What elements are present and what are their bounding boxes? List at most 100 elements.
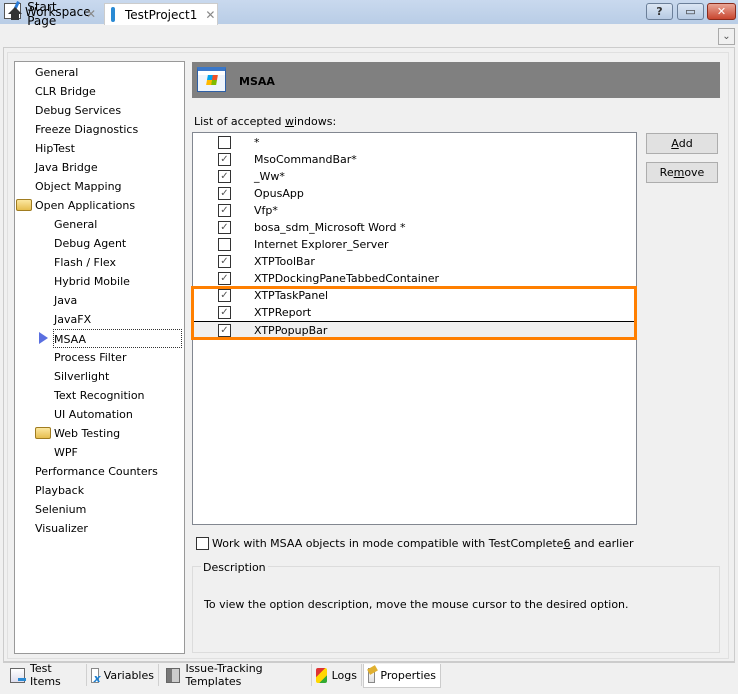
- tree-item[interactable]: CLR Bridge: [35, 82, 96, 101]
- window-list-item[interactable]: ✓ XTPPopupBar: [194, 321, 635, 338]
- window-list-item[interactable]: ✓ XTPToolBar: [194, 253, 635, 270]
- tree-item-label: Visualizer: [35, 522, 88, 535]
- tab-list-dropdown[interactable]: ⌄: [718, 28, 735, 45]
- close-icon[interactable]: ✕: [205, 8, 215, 22]
- window-list-item[interactable]: ✓ _Ww*: [194, 168, 635, 185]
- tab-label: Variables: [103, 668, 154, 682]
- tree-item[interactable]: Debug Services: [35, 101, 121, 120]
- tree-item[interactable]: Freeze Diagnostics: [35, 120, 138, 139]
- unchecked-checkbox[interactable]: [218, 238, 231, 251]
- tab-issue-tracking-templates[interactable]: Issue-Tracking Templates: [162, 662, 312, 688]
- msaa-window-icon: [197, 67, 226, 92]
- checked-checkbox[interactable]: ✓: [218, 255, 231, 268]
- tree-item[interactable]: HipTest: [35, 139, 75, 158]
- window-class-name: XTPToolBar: [254, 255, 315, 268]
- tab-test-items[interactable]: Test Items: [6, 662, 87, 688]
- tree-item-label: Hybrid Mobile: [54, 275, 130, 288]
- tree-item[interactable]: MSAA: [53, 329, 182, 348]
- window-class-name: Vfp*: [254, 204, 278, 217]
- tab-start-page[interactable]: Start Page ✕: [2, 0, 102, 28]
- add-button[interactable]: Add: [646, 133, 718, 154]
- button-text: Re: [659, 166, 674, 179]
- tree-item-label: MSAA: [54, 333, 87, 346]
- tree-item-label: Performance Counters: [35, 465, 158, 478]
- compat-mode-checkbox[interactable]: [196, 537, 209, 550]
- window-class-name: XTPTaskPanel: [254, 289, 329, 302]
- close-button[interactable]: ✕: [707, 3, 736, 20]
- tree-item-label: Object Mapping: [35, 180, 122, 193]
- accepted-windows-list[interactable]: * ✓ MsoCommandBar* ✓ _Ww* ✓ OpusApp ✓ Vfp* ✓ bosa_…: [192, 132, 637, 525]
- label-text: List of accepted: [194, 115, 285, 128]
- window-list-item[interactable]: *: [194, 134, 635, 151]
- checked-checkbox[interactable]: ✓: [218, 272, 231, 285]
- tree-item-label: Flash / Flex: [54, 256, 116, 269]
- tree-item[interactable]: Flash / Flex: [54, 253, 116, 272]
- unchecked-checkbox[interactable]: [218, 136, 231, 149]
- tree-item[interactable]: Java: [54, 291, 77, 310]
- options-tree[interactable]: General CLR Bridge Debug Services Freeze Di…: [14, 61, 185, 654]
- tree-item[interactable]: WPF: [54, 443, 78, 462]
- tab-variables[interactable]: Variables: [87, 664, 159, 686]
- tab-properties[interactable]: Properties: [363, 664, 441, 688]
- window-class-name: XTPDockingPaneTabbedContainer: [254, 272, 440, 285]
- tree-item[interactable]: General: [54, 215, 97, 234]
- tree-item[interactable]: Hybrid Mobile: [54, 272, 130, 291]
- tree-item[interactable]: Silverlight: [54, 367, 109, 386]
- close-icon[interactable]: ✕: [86, 7, 96, 21]
- checked-checkbox[interactable]: ✓: [218, 324, 231, 337]
- section-title: MSAA: [239, 75, 275, 88]
- help-button[interactable]: ?: [646, 3, 673, 20]
- tree-item[interactable]: Performance Counters: [35, 462, 158, 481]
- tab-testproject1[interactable]: TestProject1 ✕: [104, 3, 218, 25]
- window-class-name: _Ww*: [254, 170, 285, 183]
- tab-label: Test Items: [30, 662, 61, 688]
- tree-item-label: Java Bridge: [35, 161, 98, 174]
- checked-checkbox[interactable]: ✓: [218, 170, 231, 183]
- tree-item-label: General: [35, 66, 79, 79]
- window-list-item[interactable]: ✓ Vfp*: [194, 202, 635, 219]
- logs-icon: [316, 667, 327, 683]
- tree-item[interactable]: Text Recognition: [54, 386, 145, 405]
- tree-item[interactable]: Process Filter: [54, 348, 126, 367]
- window-list-item[interactable]: Internet Explorer_Server: [194, 236, 635, 253]
- compat-mode-option[interactable]: Work with MSAA objects in mode compatibl…: [196, 537, 634, 550]
- tree-item[interactable]: Java Bridge: [35, 158, 98, 177]
- tree-item[interactable]: JavaFX: [54, 310, 91, 329]
- tree-item[interactable]: Web Testing: [54, 424, 120, 443]
- window-list-item[interactable]: ✓ bosa_sdm_Microsoft Word *: [194, 219, 635, 236]
- checked-checkbox[interactable]: ✓: [218, 289, 231, 302]
- tree-item[interactable]: UI Automation: [54, 405, 133, 424]
- folder-icon: [16, 199, 32, 211]
- tree-item[interactable]: General: [35, 63, 78, 82]
- checked-checkbox[interactable]: ✓: [218, 187, 231, 200]
- button-text: ove: [684, 166, 705, 179]
- tree-item[interactable]: Open Applications: [35, 196, 135, 215]
- checked-checkbox[interactable]: ✓: [218, 153, 231, 166]
- checked-checkbox[interactable]: ✓: [218, 204, 231, 217]
- remove-button[interactable]: Re m ove: [646, 162, 718, 183]
- tree-item-label: Playback: [35, 484, 85, 497]
- checked-checkbox[interactable]: ✓: [218, 221, 231, 234]
- restore-button[interactable]: ▭: [677, 3, 704, 20]
- label-accelerator: w: [284, 115, 294, 128]
- checked-checkbox[interactable]: ✓: [218, 306, 231, 319]
- tree-item[interactable]: Debug Agent: [54, 234, 126, 253]
- tab-logs[interactable]: Logs: [312, 664, 362, 686]
- home-icon: [8, 7, 23, 21]
- window-list-item[interactable]: ✓ XTPReport: [194, 304, 635, 321]
- window-list-item[interactable]: ✓ OpusApp: [194, 185, 635, 202]
- tree-item-label: Text Recognition: [54, 389, 145, 402]
- tree-item[interactable]: Object Mapping: [35, 177, 122, 196]
- tree-item[interactable]: Playback: [35, 481, 84, 500]
- tree-item[interactable]: Visualizer: [35, 519, 88, 538]
- tree-item[interactable]: Selenium: [35, 500, 86, 519]
- accepted-windows-label: List of accepted windows:: [194, 115, 336, 128]
- tree-item-label: HipTest: [35, 142, 75, 155]
- issue-tracking-icon: [166, 667, 181, 683]
- window-list-item[interactable]: ✓ MsoCommandBar*: [194, 151, 635, 168]
- window-list-item[interactable]: ✓ XTPTaskPanel: [194, 287, 635, 304]
- tab-label: Start Page: [27, 0, 57, 28]
- tree-item-label: Java: [54, 294, 78, 307]
- window-list-item[interactable]: ✓ XTPDockingPaneTabbedContainer: [194, 270, 635, 287]
- tree-item-label: Silverlight: [54, 370, 110, 383]
